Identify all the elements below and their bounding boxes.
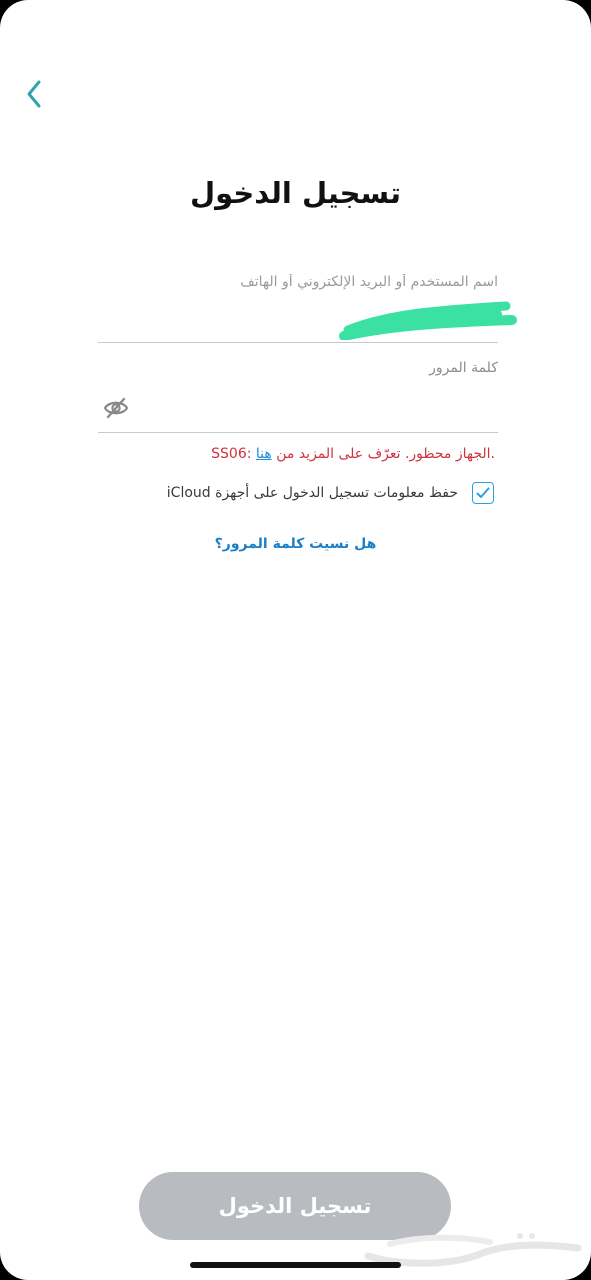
redaction-scribble	[339, 301, 517, 340]
error-prefix: .الجهاز محظور. تعرّف على المزيد من	[271, 446, 495, 462]
chevron-left-icon	[27, 80, 41, 108]
eye-slash-icon	[103, 397, 129, 419]
error-code: :SS06	[211, 446, 256, 462]
password-label: كلمة المرور	[429, 360, 498, 376]
show-password-toggle[interactable]	[102, 396, 130, 420]
remember-checkbox[interactable]	[472, 482, 494, 504]
remember-login-row[interactable]: حفظ معلومات تسجيل الدخول على أجهزة iClou…	[167, 480, 494, 506]
error-message: .الجهاز محظور. تعرّف على المزيد من هنا :…	[211, 446, 495, 462]
username-field[interactable]	[98, 262, 517, 343]
forgot-password-link[interactable]: هل نسيت كلمة المرور؟	[0, 536, 591, 552]
learn-more-link[interactable]: هنا	[256, 446, 272, 462]
password-field[interactable]	[98, 384, 498, 433]
login-screen: تسجيل الدخول كلمة المرور .الجهاز محظور. …	[0, 0, 591, 1280]
home-indicator	[190, 1262, 401, 1268]
back-button[interactable]	[18, 76, 50, 112]
password-input[interactable]	[138, 390, 498, 428]
page-title: تسجيل الدخول	[190, 176, 401, 210]
remember-label: حفظ معلومات تسجيل الدخول على أجهزة iClou…	[166, 485, 458, 501]
checkmark-icon	[476, 487, 490, 498]
username-input[interactable]	[98, 262, 498, 302]
